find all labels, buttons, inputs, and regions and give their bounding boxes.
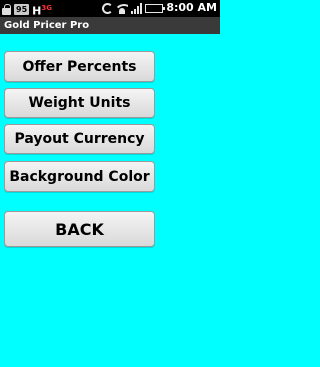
status-bar-right: 8:00 AM — [102, 2, 217, 14]
h-label: H — [32, 4, 42, 18]
status-bar: 95 H3G 8:00 AM — [0, 0, 220, 17]
h-indicator: H3G — [32, 2, 52, 18]
signal-icon — [131, 2, 143, 14]
status-bar-left: 95 H3G — [2, 2, 52, 18]
h-superscript: 3G — [41, 4, 52, 12]
background-color-button[interactable]: Background Color — [4, 161, 155, 192]
battery-icon — [145, 3, 166, 13]
wifi-icon — [116, 3, 129, 14]
notification-badge: 95 — [14, 4, 30, 16]
sync-icon — [102, 2, 114, 14]
offer-percents-button[interactable]: Offer Percents — [4, 51, 155, 82]
app-title: Gold Pricer Pro — [0, 17, 220, 34]
clock: 8:00 AM — [166, 1, 217, 14]
back-button[interactable]: BACK — [4, 211, 155, 247]
payout-currency-button[interactable]: Payout Currency — [4, 124, 155, 154]
lock-icon — [2, 4, 11, 16]
weight-units-button[interactable]: Weight Units — [4, 88, 155, 118]
